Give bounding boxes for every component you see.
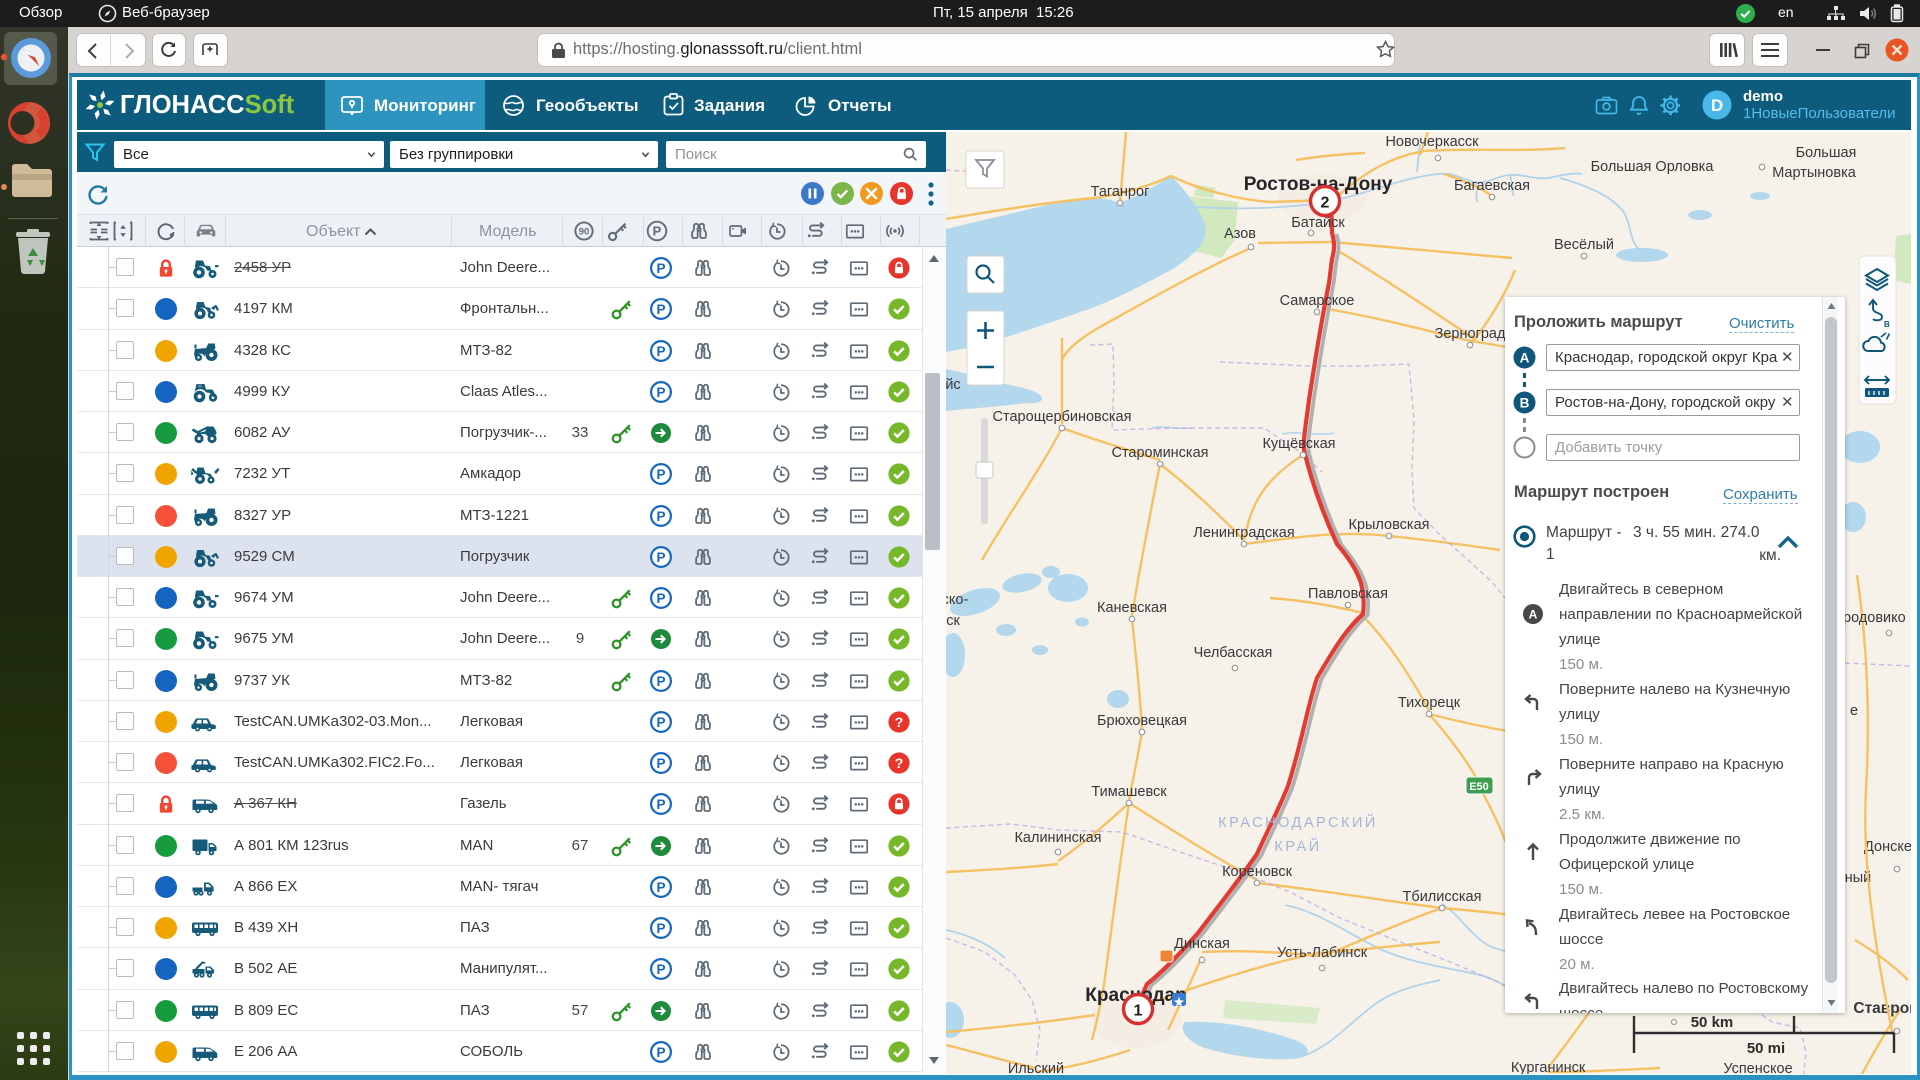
svg-text:2: 2 xyxy=(1321,195,1330,212)
svg-text:Калининская: Калининская xyxy=(1014,830,1101,846)
svg-text:Павловская: Павловская xyxy=(1308,586,1388,602)
svg-text:Багаевская: Багаевская xyxy=(1454,178,1530,194)
svg-text:Мартыновка: Мартыновка xyxy=(1772,165,1857,181)
svg-text:B: B xyxy=(1884,320,1890,329)
svg-text:D: D xyxy=(1711,96,1723,115)
svg-text:родовико: родовико xyxy=(1843,610,1906,626)
svg-text:50 mi: 50 mi xyxy=(1747,1040,1785,1057)
svg-text:Зерноград: Зерноград xyxy=(1435,326,1506,342)
svg-text:Донске: Донске xyxy=(1864,839,1911,855)
svg-text:E50: E50 xyxy=(1469,781,1489,793)
svg-text:Каневская: Каневская xyxy=(1097,600,1167,616)
svg-text:Тимашевск: Тимашевск xyxy=(1091,784,1167,800)
svg-text:ско-: ско- xyxy=(946,592,968,608)
svg-text:Азов: Азов xyxy=(1224,226,1256,242)
svg-text:КРАЙ: КРАЙ xyxy=(1274,837,1321,855)
svg-text:Самарское: Самарское xyxy=(1280,293,1355,309)
svg-text:Большая: Большая xyxy=(1796,145,1857,161)
svg-text:Весёлый: Весёлый xyxy=(1554,237,1614,253)
svg-text:Тбилисская: Тбилисская xyxy=(1403,889,1482,905)
svg-text:Брюховецкая: Брюховецкая xyxy=(1097,713,1187,729)
svg-text:Староминская: Староминская xyxy=(1111,445,1208,461)
svg-text:A: A xyxy=(1520,351,1530,366)
svg-text:Ильский: Ильский xyxy=(1008,1061,1064,1074)
svg-text:Старощербиновская: Старощербиновская xyxy=(993,409,1132,425)
svg-text:Успенское: Успенское xyxy=(1723,1061,1792,1074)
svg-text:Усть-Лабинск: Усть-Лабинск xyxy=(1277,945,1368,961)
svg-text:Челбасская: Челбасская xyxy=(1194,645,1273,661)
svg-text:Кущёвская: Кущёвская xyxy=(1262,436,1335,452)
svg-text:Батайск: Батайск xyxy=(1291,215,1345,231)
svg-text:B: B xyxy=(1520,396,1530,411)
svg-text:Кореновск: Кореновск xyxy=(1222,864,1293,880)
svg-text:Таганрог: Таганрог xyxy=(1091,184,1150,200)
svg-text:КРАСНОДАРСКИЙ: КРАСНОДАРСКИЙ xyxy=(1218,813,1378,831)
svg-text:е: е xyxy=(1850,703,1858,719)
svg-text:Тихорецк: Тихорецк xyxy=(1398,695,1461,711)
svg-text:йс: йс xyxy=(946,377,961,393)
svg-text:Крыловская: Крыловская xyxy=(1349,517,1430,533)
svg-text:ск: ск xyxy=(946,613,960,629)
svg-text:1: 1 xyxy=(1134,1003,1143,1020)
svg-text:Курганинск: Курганинск xyxy=(1511,1060,1586,1074)
svg-text:Ленинградская: Ленинградская xyxy=(1193,525,1294,541)
svg-text:Ставроп: Ставроп xyxy=(1853,1000,1911,1017)
svg-text:Большая Орловка: Большая Орловка xyxy=(1591,159,1715,175)
svg-text:Динская: Динская xyxy=(1174,936,1230,952)
svg-text:A: A xyxy=(1529,608,1538,622)
svg-text:50 km: 50 km xyxy=(1691,1014,1734,1031)
svg-text:Новочеркасск: Новочеркасск xyxy=(1385,134,1479,150)
